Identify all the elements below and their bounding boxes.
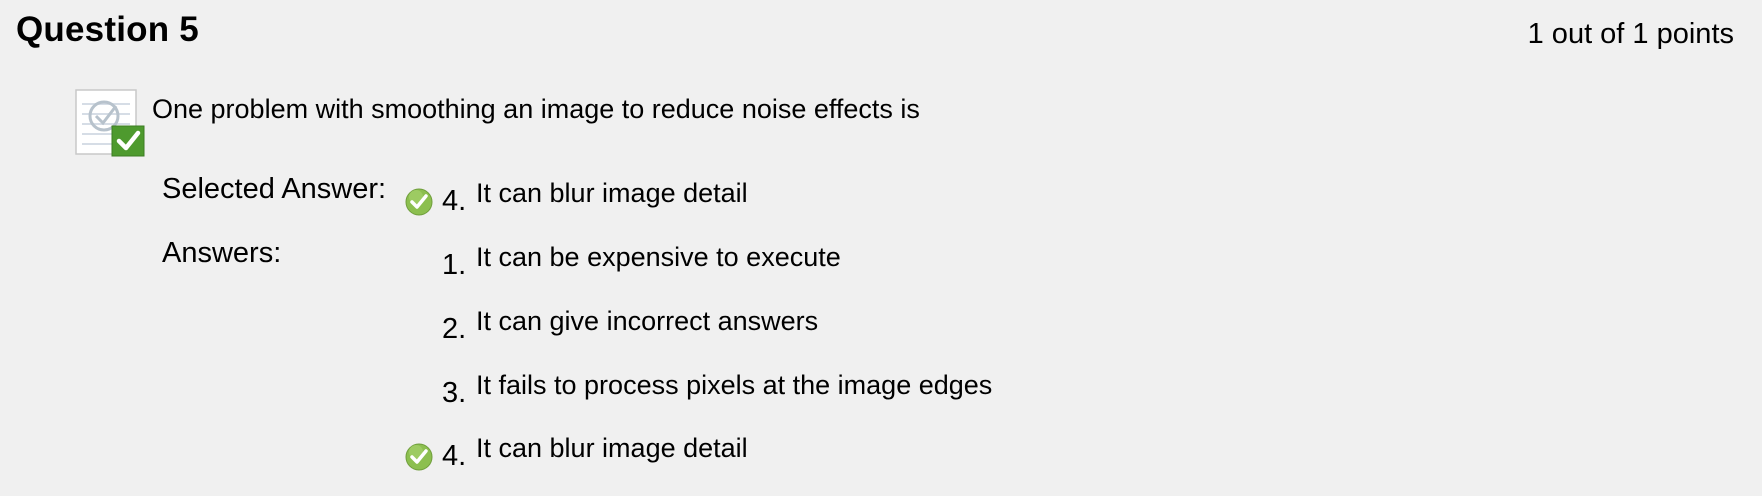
answer-number: 1. [442,249,467,281]
answer-text: It can give incorrect answers [476,306,819,336]
answer-text: It can blur image detail [476,433,748,463]
question-points: 1 out of 1 points [1527,18,1734,50]
answers-label: Answers: [162,237,282,269]
question-text: One problem with smoothing an image to r… [152,94,920,124]
correct-check-icon [404,187,434,217]
answer-number: 3. [442,377,467,409]
answer-option: 1. It can be expensive to execute [404,237,841,285]
answer-number: 4. [442,440,467,472]
answer-option: 3. It fails to process pixels at the ima… [404,365,992,413]
answer-option: 2. It can give incorrect answers [404,301,818,349]
answer-text: It fails to process pixels at the image … [476,370,993,400]
answer-number: 2. [442,313,467,345]
correct-check-icon [404,442,434,472]
selected-answer-number: 4. [442,185,467,217]
answer-text: It can be expensive to execute [476,242,841,272]
selected-answer-text: It can blur image detail [476,178,748,208]
question-title: Question 5 [16,10,199,49]
correct-answer-icon [74,88,146,158]
selected-answer-label: Selected Answer: [162,173,387,205]
answer-option: 4. It can blur image detail [404,428,748,476]
selected-answer: 4. It can blur image detail [404,173,748,221]
